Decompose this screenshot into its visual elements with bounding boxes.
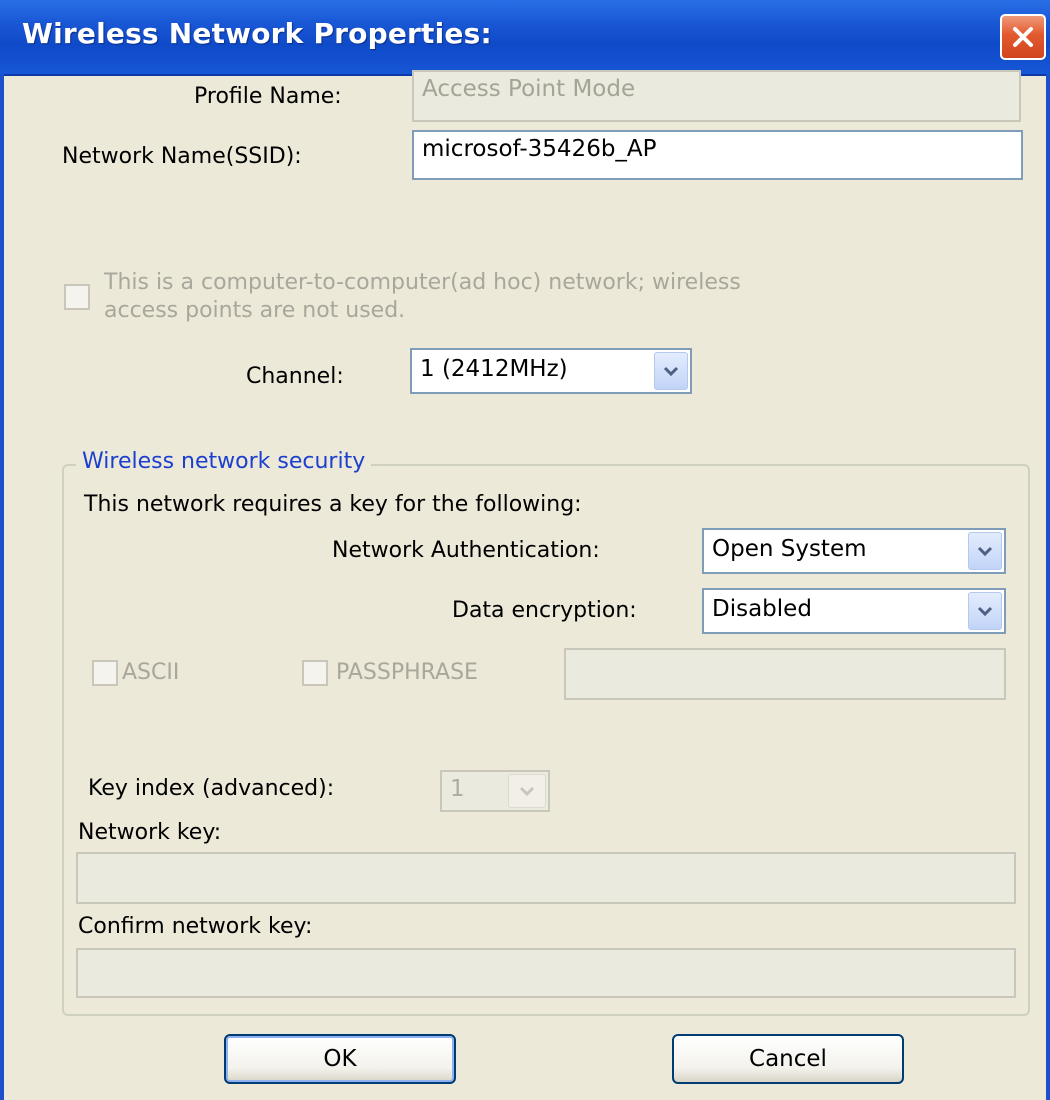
ascii-label: ASCII <box>122 660 180 685</box>
network-key-label: Network key: <box>78 820 222 845</box>
encryption-select[interactable]: Disabled <box>702 588 1006 634</box>
adhoc-checkbox[interactable] <box>64 284 90 310</box>
ssid-label: Network Name(SSID): <box>62 144 302 169</box>
auth-label: Network Authentication: <box>332 538 600 563</box>
channel-label: Channel: <box>246 364 344 389</box>
channel-value: 1 (2412MHz) <box>420 356 568 382</box>
encryption-label: Data encryption: <box>452 598 637 623</box>
key-index-select[interactable]: 1 <box>440 770 550 812</box>
ssid-input[interactable]: microsof-35426b_AP <box>412 130 1023 180</box>
security-intro: This network requires a key for the foll… <box>84 492 582 517</box>
confirm-key-label: Confirm network key: <box>78 914 313 939</box>
key-index-value: 1 <box>450 776 465 802</box>
key-index-label: Key index (advanced): <box>88 776 335 801</box>
channel-select[interactable]: 1 (2412MHz) <box>410 348 692 394</box>
confirm-key-input[interactable] <box>76 948 1016 998</box>
passphrase-checkbox[interactable] <box>302 660 328 686</box>
title-bar: Wireless Network Properties: <box>0 0 1050 76</box>
security-group-title: Wireless network security <box>76 449 372 474</box>
cancel-button[interactable]: Cancel <box>672 1034 904 1084</box>
adhoc-label-line1: This is a computer-to-computer(ad hoc) n… <box>104 270 741 295</box>
chevron-down-icon[interactable] <box>968 592 1002 630</box>
profile-name-field: Access Point Mode <box>412 70 1021 122</box>
window-frame-right <box>1046 74 1050 1100</box>
network-key-input[interactable] <box>76 852 1016 904</box>
close-button[interactable] <box>1000 14 1046 60</box>
window-frame-left <box>0 74 4 1100</box>
encryption-value: Disabled <box>712 596 812 622</box>
chevron-down-icon[interactable] <box>654 352 688 390</box>
chevron-down-icon[interactable] <box>508 774 546 808</box>
ok-button[interactable]: OK <box>224 1034 456 1084</box>
chevron-down-icon[interactable] <box>968 532 1002 570</box>
window-title: Wireless Network Properties: <box>22 17 492 50</box>
ascii-checkbox[interactable] <box>92 660 118 686</box>
close-x-icon <box>1013 27 1033 47</box>
auth-value: Open System <box>712 536 867 562</box>
auth-select[interactable]: Open System <box>702 528 1006 574</box>
adhoc-label-line2: access points are not used. <box>104 298 406 323</box>
passphrase-input[interactable] <box>564 648 1006 700</box>
passphrase-label: PASSPHRASE <box>336 660 478 685</box>
profile-name-label: Profile Name: <box>194 84 342 109</box>
